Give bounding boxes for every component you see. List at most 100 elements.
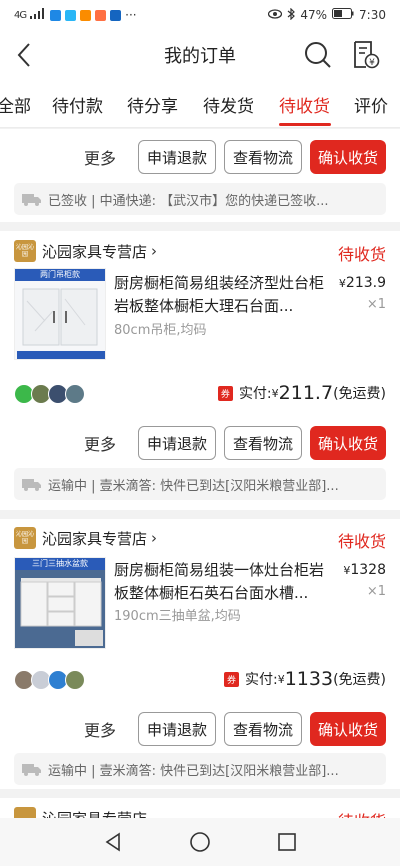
app-notification-icon	[65, 9, 77, 21]
shipping-note: (免运费)	[333, 386, 386, 402]
track-logistics-button[interactable]: 查看物流	[223, 426, 302, 460]
tab-pending-share[interactable]: 待分享	[127, 92, 178, 117]
shop-link[interactable]: 沁园家具专营店	[14, 807, 147, 818]
confirm-receipt-button[interactable]: 确认收货	[309, 140, 386, 174]
tab-review[interactable]: 评价	[354, 92, 388, 117]
thumbnail-label: 两门吊柜款	[15, 269, 105, 281]
battery-icon	[332, 8, 354, 22]
app-header: 我的订单 ¥	[0, 30, 400, 80]
paid-label: 实付:	[238, 386, 272, 402]
shop-logo: 沁园沁园	[14, 527, 36, 549]
shop-link[interactable]: 沁园沁园 沁园家具专营店 ›	[14, 240, 157, 262]
confirm-receipt-button[interactable]: 确认收货	[309, 426, 386, 460]
order-card: 更多 申请退款 查看物流 确认收货 已签收 | 中通快递: 【武汉市】您的快递已…	[0, 129, 400, 222]
price-value: 213.9	[345, 275, 386, 291]
order-card: 沁园沁园 沁园家具专营店 › 待收货 三门三抽水盆款 厨房橱柜简易组装一体灶台柜…	[0, 519, 400, 789]
paid-value: 211.7	[278, 382, 334, 404]
refund-button[interactable]: 申请退款	[137, 426, 216, 460]
truck-icon	[22, 192, 42, 206]
track-logistics-button[interactable]: 查看物流	[223, 140, 302, 174]
nav-back-icon[interactable]	[101, 830, 125, 854]
currency-symbol: ¥	[338, 277, 346, 290]
shop-name: 沁园家具专营店	[42, 242, 148, 261]
product-title[interactable]: 厨房橱柜简易组装一体灶台柜岩板整体橱柜石英石台面水槽...	[114, 559, 334, 605]
system-nav-bar	[0, 818, 400, 866]
product-quantity: ×1	[366, 584, 386, 599]
more-notifications-icon: ···	[125, 8, 137, 22]
signal-icon	[30, 8, 46, 22]
logistics-text: 运输中 | 壹米滴答: 快件已到达[汉阳米粮营业部]...	[48, 763, 339, 779]
coupon-badge: 券	[217, 385, 233, 401]
thumbnail-label: 三门三抽水盆款	[15, 558, 105, 570]
svg-text:¥: ¥	[369, 58, 375, 68]
product-price: ¥1328	[343, 562, 386, 578]
tab-pending-receipt[interactable]: 待收货	[279, 92, 330, 117]
eye-icon	[268, 8, 283, 22]
buyer-avatars	[14, 670, 85, 690]
order-status: 待收货	[337, 532, 386, 551]
product-price: ¥213.9	[339, 275, 386, 291]
product-spec: 190cm三抽单盆,均码	[114, 609, 241, 624]
nav-home-icon[interactable]	[188, 830, 212, 854]
coupon-badge: 券	[223, 671, 239, 687]
logistics-bar[interactable]: 运输中 | 壹米滴答: 快件已到达[汉阳米粮营业部]...	[14, 753, 386, 785]
more-button[interactable]: 更多	[84, 717, 116, 741]
search-icon[interactable]	[303, 40, 333, 70]
currency-symbol: ¥	[271, 386, 279, 400]
truck-icon	[22, 762, 42, 776]
tab-all[interactable]: 全部	[0, 92, 31, 117]
paid-amount: 券 实付: ¥211.7 (免运费)	[217, 382, 386, 404]
chevron-right-icon: ›	[151, 242, 158, 260]
product-spec: 80cm吊柜,均码	[114, 323, 207, 338]
logistics-bar[interactable]: 运输中 | 壹米滴答: 快件已到达[汉阳米粮营业部]...	[14, 468, 386, 500]
price-value: 1328	[350, 562, 386, 578]
order-card: 沁园家具专营店 待收货	[0, 798, 400, 818]
app-notification-icon	[50, 9, 62, 21]
track-logistics-button[interactable]: 查看物流	[223, 712, 302, 746]
logistics-text: 已签收 | 中通快递: 【武汉市】您的快递已签收...	[48, 193, 329, 209]
buyer-avatars	[14, 384, 85, 404]
product-title[interactable]: 厨房橱柜简易组装经济型灶台柜岩板整体橱柜大理石台面...	[114, 272, 334, 318]
shop-link[interactable]: 沁园沁园 沁园家具专营店 ›	[14, 527, 157, 549]
paid-value: 1133	[284, 668, 334, 690]
active-tab-indicator	[279, 123, 331, 126]
order-status: 待收货	[337, 245, 386, 264]
page-title: 我的订单	[164, 46, 236, 67]
network-label: 4G	[14, 9, 27, 21]
product-quantity: ×1	[366, 297, 386, 312]
shop-name: 沁园家具专营店	[42, 529, 148, 548]
bill-icon[interactable]: ¥	[352, 40, 380, 70]
app-notification-icon	[80, 9, 92, 21]
logistics-text: 运输中 | 壹米滴答: 快件已到达[汉阳米粮营业部]...	[48, 478, 339, 494]
confirm-receipt-button[interactable]: 确认收货	[309, 712, 386, 746]
shipping-note: (免运费)	[333, 672, 386, 688]
order-status: 待收货	[338, 808, 386, 818]
cabinet-image	[17, 288, 105, 359]
status-bar: 4G ··· 47% 7:30	[0, 0, 400, 30]
back-icon[interactable]	[10, 40, 40, 70]
product-thumbnail[interactable]: 三门三抽水盆款	[14, 557, 106, 649]
refund-button[interactable]: 申请退款	[137, 712, 216, 746]
battery-percent: 47%	[300, 8, 328, 22]
truck-icon	[22, 477, 42, 491]
app-notification-icon	[110, 9, 122, 21]
clock: 7:30	[359, 8, 386, 22]
paid-amount: 券 实付: ¥1133 (免运费)	[223, 668, 386, 690]
logistics-bar[interactable]: 已签收 | 中通快递: 【武汉市】您的快递已签收...	[14, 183, 386, 215]
avatar	[65, 384, 85, 404]
currency-symbol: ¥	[277, 672, 285, 686]
more-button[interactable]: 更多	[84, 145, 116, 169]
more-button[interactable]: 更多	[84, 431, 116, 455]
order-tabs: 全部 待付款 待分享 待发货 待收货 评价	[0, 80, 400, 128]
refund-button[interactable]: 申请退款	[137, 140, 216, 174]
app-notification-icon	[95, 9, 107, 21]
order-card: 沁园沁园 沁园家具专营店 › 待收货 两门吊柜款 厨房橱柜简易组装经济型灶台柜岩…	[0, 231, 400, 510]
tab-pending-payment[interactable]: 待付款	[52, 92, 103, 117]
tab-pending-shipment[interactable]: 待发货	[203, 92, 254, 117]
cabinet-image	[15, 570, 105, 648]
product-thumbnail[interactable]: 两门吊柜款	[14, 268, 106, 360]
nav-recents-icon[interactable]	[275, 830, 299, 854]
shop-logo: 沁园沁园	[14, 240, 36, 262]
bluetooth-icon	[287, 7, 296, 23]
paid-label: 实付:	[244, 672, 278, 688]
